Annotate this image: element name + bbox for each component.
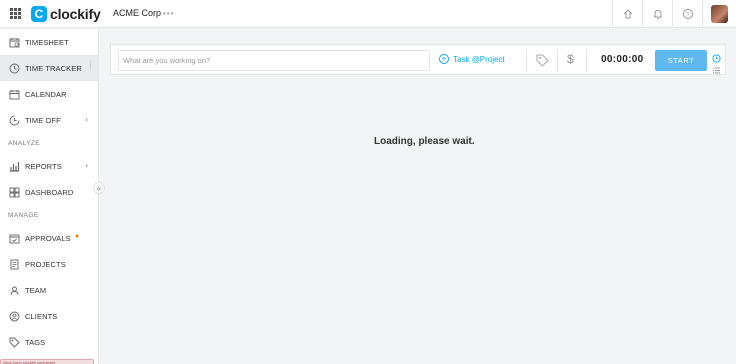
- sidebar-item-label: TAGS: [25, 337, 46, 347]
- divider: [526, 49, 527, 72]
- sidebar-item-team[interactable]: TEAM: [0, 277, 98, 303]
- calendar-icon: [9, 89, 20, 100]
- section-manage: MANAGE: [8, 211, 39, 219]
- workspace-name[interactable]: ACME Corp: [113, 8, 161, 18]
- link-status-bar: https://app.clockify.me/tracker: [0, 359, 94, 364]
- team-icon: [9, 285, 20, 296]
- project-picker-label: Task @Project: [453, 54, 505, 64]
- help-icon[interactable]: ?: [672, 0, 702, 28]
- integrations-icon[interactable]: [612, 0, 642, 28]
- dashboard-icon: [9, 187, 20, 198]
- tags-icon: [9, 337, 20, 348]
- apps-grid-icon[interactable]: [10, 8, 21, 19]
- sidebar-item-dashboard[interactable]: DASHBOARD: [0, 179, 98, 205]
- sidebar-item-label: TIME OFF: [25, 115, 61, 125]
- start-button[interactable]: START: [655, 50, 707, 71]
- time-entry-bar: + Task @Project $ 00:00:00 START: [110, 44, 726, 75]
- drag-handle-icon[interactable]: ⋮ ⋮: [87, 61, 94, 71]
- project-picker-button[interactable]: + Task @Project: [439, 54, 505, 64]
- sidebar-item-reports[interactable]: REPORTS ›: [0, 153, 98, 179]
- time-off-icon: [9, 115, 20, 126]
- chevron-right-icon: ›: [85, 115, 88, 124]
- billable-dollar-icon[interactable]: $: [567, 52, 574, 66]
- approvals-badge: ●: [75, 233, 80, 240]
- timesheet-icon: [9, 37, 20, 48]
- projects-icon: [9, 259, 20, 270]
- sidebar-item-label: APPROVALS: [25, 233, 71, 243]
- approvals-icon: [9, 233, 20, 244]
- sidebar-item-approvals[interactable]: APPROVALS ●: [0, 225, 98, 251]
- tag-icon[interactable]: [536, 54, 549, 72]
- clockify-logo[interactable]: C clockify: [31, 5, 101, 23]
- sidebar-item-clients[interactable]: CLIENTS: [0, 303, 98, 329]
- divider: [586, 49, 587, 72]
- description-input[interactable]: [118, 50, 430, 71]
- sidebar: TIMESHEET TIME TRACKER ⋮ ⋮ CALENDAR TIME …: [0, 29, 99, 364]
- sidebar-item-label: PROJECTS: [25, 259, 66, 269]
- user-avatar[interactable]: [711, 5, 728, 23]
- sidebar-item-time-off[interactable]: TIME OFF ›: [0, 107, 98, 133]
- user-menu[interactable]: [702, 0, 736, 28]
- sidebar-item-label: DASHBOARD: [25, 187, 74, 197]
- sidebar-item-timesheet[interactable]: TIMESHEET: [0, 29, 98, 55]
- manual-mode-list-icon[interactable]: [712, 62, 721, 80]
- divider: [557, 49, 558, 72]
- chevron-right-icon: ›: [85, 161, 88, 170]
- sidebar-item-label: TIMESHEET: [25, 37, 69, 47]
- clockify-logo-mark: C: [31, 6, 47, 22]
- sidebar-item-label: CALENDAR: [25, 89, 67, 99]
- sidebar-item-time-tracker[interactable]: TIME TRACKER ⋮ ⋮: [0, 55, 98, 81]
- section-analyze: ANALYZE: [8, 139, 40, 147]
- sidebar-item-projects[interactable]: PROJECTS: [0, 251, 98, 277]
- collapse-sidebar-button[interactable]: «: [93, 182, 105, 194]
- bell-icon[interactable]: [642, 0, 672, 28]
- top-bar-actions: ?: [612, 0, 736, 28]
- sidebar-item-label: TEAM: [25, 285, 47, 295]
- sidebar-item-tags[interactable]: TAGS: [0, 329, 98, 355]
- sidebar-item-calendar[interactable]: CALENDAR: [0, 81, 98, 107]
- sidebar-item-label: TIME TRACKER: [25, 63, 82, 73]
- clients-icon: [9, 311, 20, 322]
- reports-icon: [9, 161, 20, 172]
- clock-icon: [9, 63, 20, 74]
- workspace-menu-icon[interactable]: •••: [163, 9, 174, 18]
- plus-circle-icon: +: [439, 54, 449, 64]
- timer-display: 00:00:00: [601, 54, 644, 65]
- top-bar: C clockify ACME Corp ••• ?: [0, 0, 736, 28]
- clockify-logo-text: clockify: [50, 6, 101, 22]
- svg-text:?: ?: [686, 12, 690, 18]
- sidebar-item-label: REPORTS: [25, 161, 62, 171]
- loading-message: Loading, please wait.: [374, 136, 475, 147]
- sidebar-item-label: CLIENTS: [25, 311, 58, 321]
